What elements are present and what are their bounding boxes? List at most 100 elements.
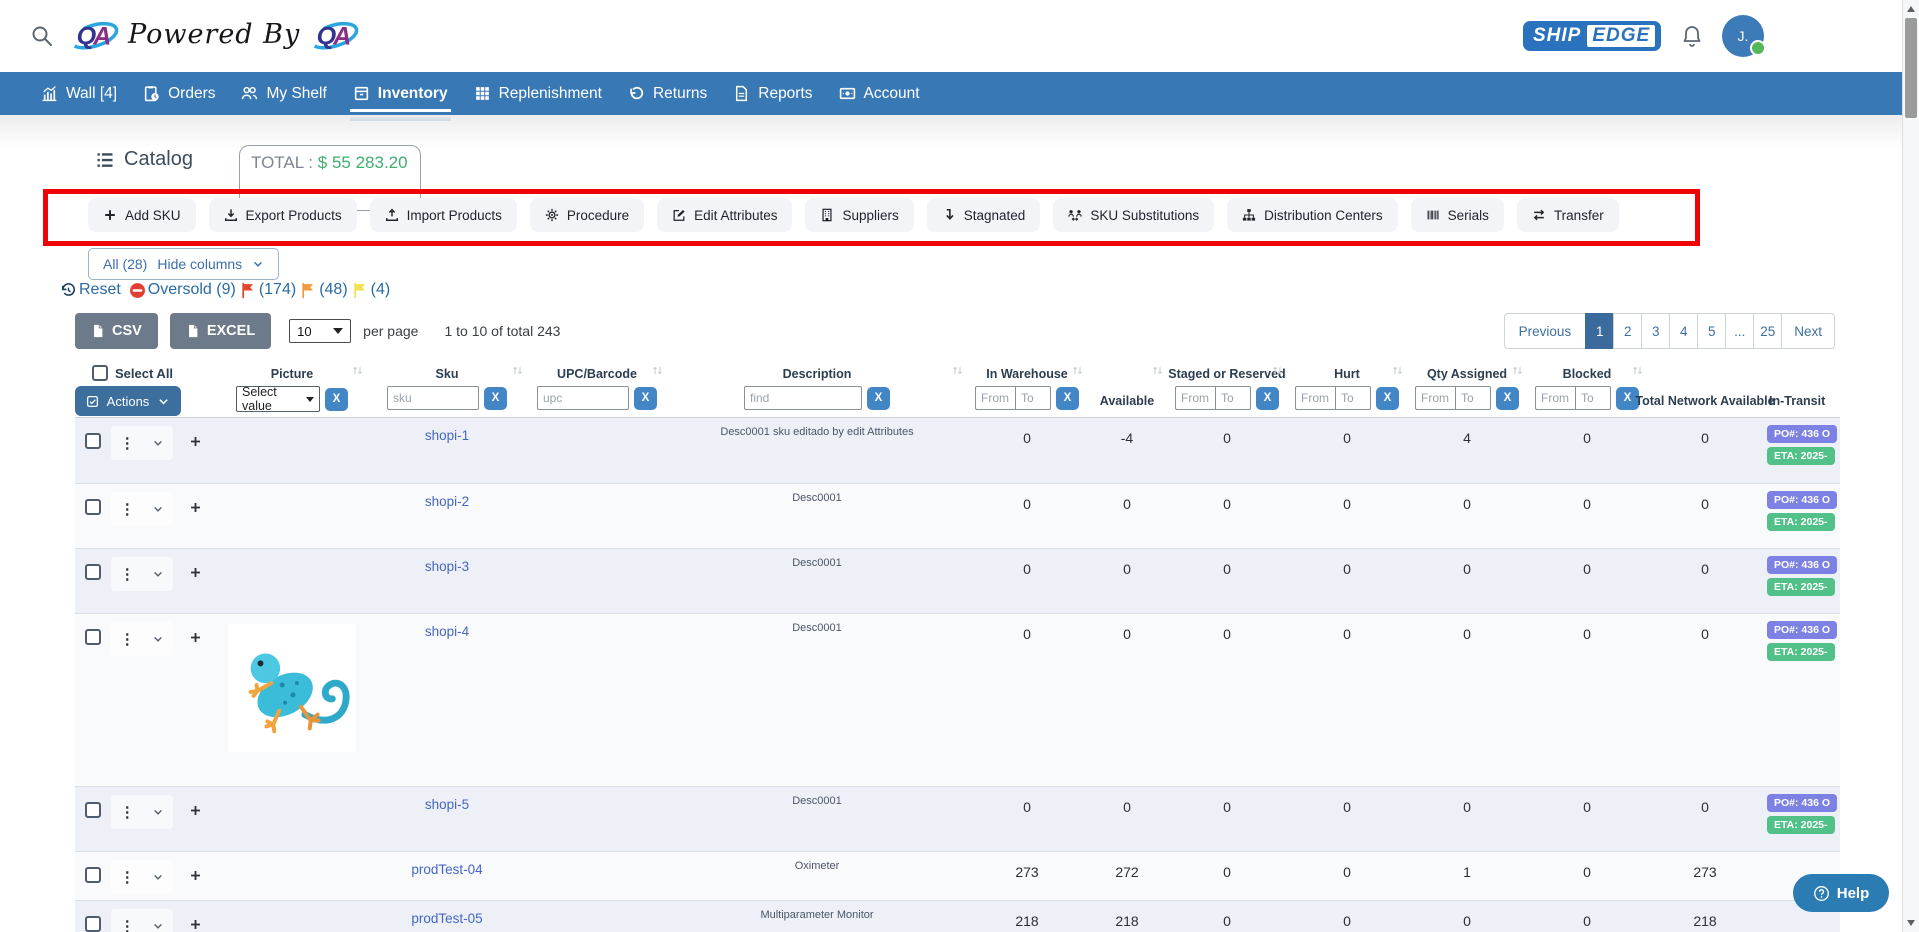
- search-icon[interactable]: [30, 24, 54, 48]
- row-checkbox[interactable]: [85, 629, 101, 645]
- edit-attributes-button[interactable]: Edit Attributes: [657, 198, 792, 232]
- red-flag-filter[interactable]: (174): [240, 281, 296, 299]
- page-ellipsis[interactable]: ...: [1725, 313, 1754, 349]
- bell-icon[interactable]: [1680, 24, 1704, 48]
- hide-columns-dropdown[interactable]: All (28) Hide columns: [88, 248, 279, 280]
- expand-row-button[interactable]: [173, 787, 217, 851]
- row-actions-menu[interactable]: ⋮: [111, 909, 173, 932]
- blocked-to-input[interactable]: [1575, 386, 1611, 410]
- sort-icon[interactable]: [1391, 364, 1404, 377]
- nav-item-account[interactable]: Account: [826, 72, 933, 115]
- sku-link[interactable]: shopi-3: [367, 549, 527, 613]
- row-checkbox[interactable]: [85, 802, 101, 818]
- procedure-button[interactable]: Procedure: [530, 198, 644, 232]
- sku-link[interactable]: prodTest-04: [367, 852, 527, 900]
- next-page-button[interactable]: Next: [1781, 313, 1835, 349]
- sort-icon[interactable]: [1271, 364, 1284, 377]
- clear-filter-button[interactable]: X: [325, 388, 348, 411]
- qty-assigned-to-input[interactable]: [1455, 386, 1491, 410]
- hurt-from-input[interactable]: [1295, 386, 1335, 410]
- row-actions-menu[interactable]: ⋮: [111, 426, 173, 460]
- clear-filter-button[interactable]: X: [484, 387, 507, 410]
- expand-row-button[interactable]: [173, 418, 217, 483]
- scroll-down-arrow-icon[interactable]: [1907, 920, 1915, 926]
- sort-icon[interactable]: [1071, 364, 1084, 377]
- row-actions-menu[interactable]: ⋮: [111, 860, 173, 894]
- per-page-select[interactable]: 10: [289, 319, 351, 343]
- po-badge[interactable]: PO#: 436 O: [1767, 621, 1837, 639]
- sort-icon[interactable]: [351, 364, 364, 377]
- nav-item-reports[interactable]: Reports: [720, 72, 825, 115]
- sku-link[interactable]: shopi-5: [367, 787, 527, 851]
- excel-export-button[interactable]: EXCEL: [170, 313, 271, 349]
- in-warehouse-from-input[interactable]: [975, 386, 1015, 410]
- sku-filter-input[interactable]: [387, 386, 479, 410]
- clear-filter-button[interactable]: X: [1256, 387, 1279, 410]
- hurt-to-input[interactable]: [1335, 386, 1371, 410]
- expand-row-button[interactable]: [173, 614, 217, 786]
- po-badge[interactable]: PO#: 436 O: [1767, 794, 1837, 812]
- sku-link[interactable]: shopi-1: [367, 418, 527, 483]
- staged-from-input[interactable]: [1175, 386, 1215, 410]
- page-button-3[interactable]: 3: [1641, 313, 1670, 349]
- nav-item-returns[interactable]: Returns: [615, 72, 720, 115]
- page-button-4[interactable]: 4: [1669, 313, 1698, 349]
- sku-substitutions-button[interactable]: SKU Substitutions: [1053, 198, 1214, 232]
- upc-filter-input[interactable]: [537, 386, 629, 410]
- sort-icon[interactable]: [1511, 364, 1524, 377]
- vertical-scrollbar[interactable]: [1902, 0, 1919, 932]
- avatar[interactable]: J.: [1722, 15, 1764, 57]
- po-badge[interactable]: PO#: 436 O: [1767, 556, 1837, 574]
- scroll-up-arrow-icon[interactable]: [1907, 6, 1915, 12]
- in-warehouse-to-input[interactable]: [1015, 386, 1051, 410]
- help-button[interactable]: Help: [1793, 874, 1889, 912]
- sort-icon[interactable]: [1631, 364, 1644, 377]
- previous-page-button[interactable]: Previous: [1504, 313, 1587, 349]
- page-button-2[interactable]: 2: [1613, 313, 1642, 349]
- expand-row-button[interactable]: [173, 852, 217, 900]
- clear-filter-button[interactable]: X: [1496, 387, 1519, 410]
- row-checkbox[interactable]: [85, 433, 101, 449]
- distribution-centers-button[interactable]: Distribution Centers: [1227, 198, 1398, 232]
- page-button-1[interactable]: 1: [1585, 313, 1614, 349]
- import-products-button[interactable]: Import Products: [370, 198, 517, 232]
- row-actions-menu[interactable]: ⋮: [111, 557, 173, 591]
- sort-icon[interactable]: [1151, 364, 1164, 377]
- row-checkbox[interactable]: [85, 916, 101, 932]
- eta-badge[interactable]: ETA: 2025-: [1767, 816, 1835, 834]
- scrollbar-thumb[interactable]: [1905, 18, 1917, 118]
- sort-icon[interactable]: [651, 364, 664, 377]
- nav-item-my-shelf[interactable]: My Shelf: [228, 72, 339, 115]
- transfer-button[interactable]: Transfer: [1517, 198, 1619, 232]
- sort-icon[interactable]: [511, 364, 524, 377]
- actions-dropdown-button[interactable]: Actions: [75, 386, 181, 416]
- row-checkbox[interactable]: [85, 564, 101, 580]
- description-filter-input[interactable]: [744, 386, 862, 410]
- reset-filter[interactable]: Reset: [60, 281, 121, 299]
- sku-link[interactable]: shopi-4: [367, 614, 527, 786]
- suppliers-button[interactable]: Suppliers: [805, 198, 913, 232]
- sku-link[interactable]: prodTest-05: [367, 901, 527, 932]
- stagnated-button[interactable]: Stagnated: [927, 198, 1041, 232]
- page-button-25[interactable]: 25: [1753, 313, 1782, 349]
- clear-filter-button[interactable]: X: [634, 387, 657, 410]
- po-badge[interactable]: PO#: 436 O: [1767, 491, 1837, 509]
- nav-item-replenishment[interactable]: Replenishment: [461, 72, 615, 115]
- nav-item-wall[interactable]: Wall [4]: [28, 72, 130, 115]
- staged-to-input[interactable]: [1215, 386, 1251, 410]
- expand-row-button[interactable]: [173, 901, 217, 932]
- oversold-filter[interactable]: Oversold (9): [129, 281, 236, 299]
- expand-row-button[interactable]: [173, 484, 217, 548]
- row-actions-menu[interactable]: ⋮: [111, 795, 173, 829]
- orange-flag-filter[interactable]: (48): [300, 281, 347, 299]
- po-badge[interactable]: PO#: 436 O: [1767, 425, 1837, 443]
- nav-item-inventory[interactable]: Inventory: [340, 72, 461, 115]
- csv-export-button[interactable]: CSV: [75, 313, 158, 349]
- row-actions-menu[interactable]: ⋮: [111, 492, 173, 526]
- page-button-5[interactable]: 5: [1697, 313, 1726, 349]
- product-image-gecko[interactable]: [228, 623, 356, 753]
- sort-icon[interactable]: [951, 364, 964, 377]
- sku-link[interactable]: shopi-2: [367, 484, 527, 548]
- qty-assigned-from-input[interactable]: [1415, 386, 1455, 410]
- eta-badge[interactable]: ETA: 2025-: [1767, 447, 1835, 465]
